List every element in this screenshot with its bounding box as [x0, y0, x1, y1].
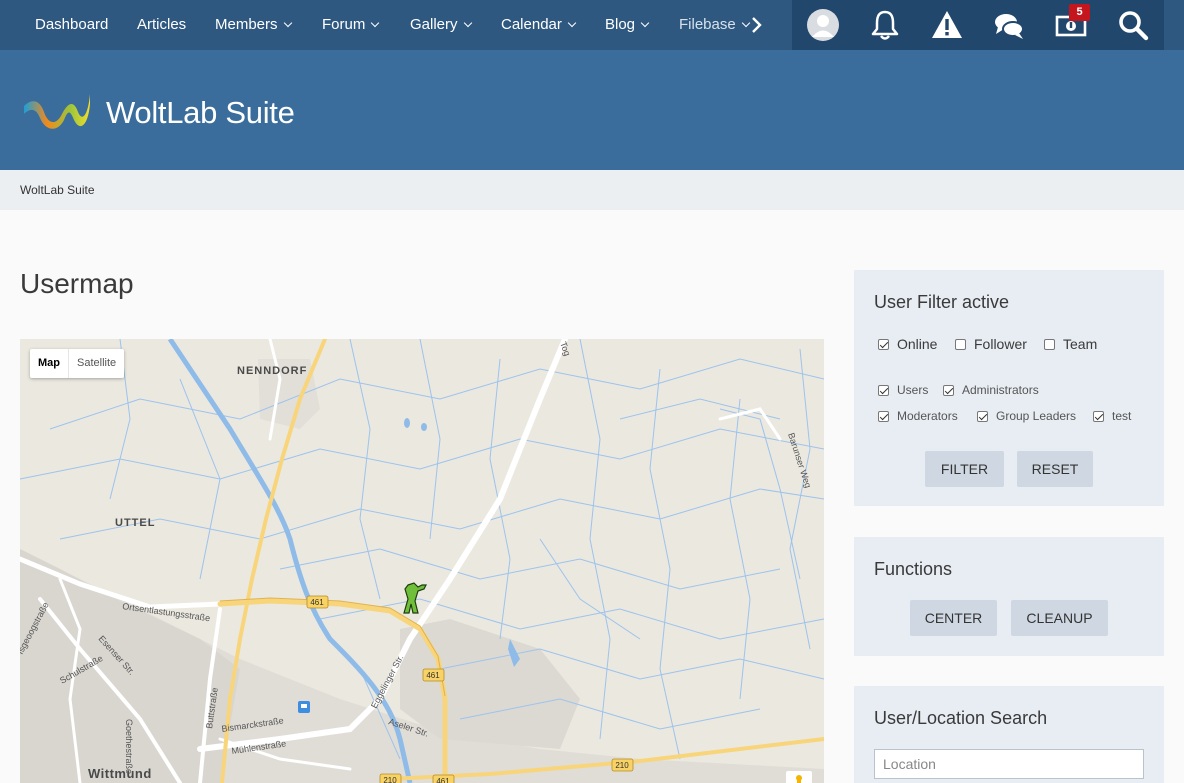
- user-panel: [792, 0, 1164, 50]
- checkbox-icon[interactable]: [878, 384, 889, 396]
- user-filter-box: User Filter active Online Follower Team …: [854, 270, 1164, 506]
- bell-icon[interactable]: [868, 8, 902, 42]
- user-marker-icon[interactable]: [403, 582, 427, 614]
- chevron-down-icon: [371, 18, 380, 28]
- place-label: Wittmund: [88, 766, 152, 781]
- place-label: UTTEL: [115, 517, 155, 529]
- main-menu: Dashboard Articles Members Forum Gallery…: [20, 0, 792, 50]
- user-filter-title: User Filter active: [874, 292, 1010, 312]
- checkbox-icon[interactable]: [1093, 410, 1104, 422]
- checkbox-group-leaders[interactable]: Group Leaders: [977, 409, 1076, 423]
- cleanup-button[interactable]: CLEANUP: [1011, 600, 1108, 636]
- road-number: 461: [426, 671, 440, 680]
- road-number: 461: [310, 598, 324, 607]
- avatar[interactable]: [806, 8, 840, 42]
- warning-icon[interactable]: [930, 8, 964, 42]
- checkbox-online[interactable]: Online: [878, 336, 937, 352]
- site-logo-text[interactable]: WoltLab Suite: [106, 95, 295, 131]
- functions-title: Functions: [874, 559, 953, 579]
- location-search-input[interactable]: [874, 749, 1144, 779]
- road-number: 210: [615, 761, 629, 770]
- chevron-down-icon: [741, 18, 750, 28]
- menu-item-calendar[interactable]: Calendar: [501, 16, 577, 33]
- menu-item-blog[interactable]: Blog: [605, 16, 650, 33]
- reset-button[interactable]: RESET: [1017, 451, 1093, 487]
- menu-item-gallery[interactable]: Gallery: [410, 16, 472, 33]
- functions-box: Functions CENTER CLEANUP: [854, 537, 1164, 656]
- street-view-pegman-icon[interactable]: [786, 771, 812, 783]
- filter-button[interactable]: FILTER: [925, 451, 1004, 487]
- checkbox-follower[interactable]: Follower: [955, 336, 1027, 352]
- notification-badge: 5: [1069, 4, 1090, 21]
- map-type-map-button[interactable]: Map: [30, 349, 68, 378]
- checkbox-group-moderators[interactable]: Moderators: [878, 409, 958, 423]
- checkbox-icon[interactable]: [878, 338, 889, 350]
- user-location-search-box: User/Location Search: [854, 686, 1164, 783]
- map-type-control: Map Satellite: [30, 349, 125, 378]
- search-title: User/Location Search: [874, 708, 1048, 728]
- checkbox-icon[interactable]: [878, 410, 889, 422]
- checkbox-icon[interactable]: [1044, 338, 1055, 350]
- chevron-down-icon: [640, 18, 650, 28]
- search-icon[interactable]: [1116, 8, 1150, 42]
- breadcrumb-item[interactable]: WoltLab Suite: [20, 183, 95, 197]
- usermap-map[interactable]: NENNDORF UTTEL Wittmund Ortsentlastungss…: [20, 339, 824, 783]
- site-header: WoltLab Suite: [0, 50, 1184, 170]
- breadcrumb: WoltLab Suite: [0, 170, 1184, 210]
- checkbox-icon[interactable]: [977, 410, 988, 422]
- menu-item-forum[interactable]: Forum: [322, 16, 380, 33]
- street-label: Goethestraße: [124, 719, 134, 774]
- checkbox-team[interactable]: Team: [1044, 336, 1097, 352]
- road-number: 210: [383, 776, 397, 783]
- map-type-satellite-button[interactable]: Satellite: [69, 349, 124, 378]
- checkbox-group-users[interactable]: Users: [878, 383, 928, 397]
- top-navigation: Dashboard Articles Members Forum Gallery…: [0, 0, 1184, 50]
- chevron-down-icon: [463, 18, 472, 28]
- woltlab-logo-icon[interactable]: [22, 90, 92, 132]
- chat-bubbles-icon[interactable]: [992, 8, 1026, 42]
- chevron-right-icon[interactable]: [751, 17, 763, 33]
- menu-item-articles[interactable]: Articles: [137, 16, 186, 33]
- menu-item-filebase[interactable]: Filebase: [679, 16, 750, 33]
- road-number: 461: [436, 777, 450, 783]
- map-canvas[interactable]: NENNDORF UTTEL Wittmund Ortsentlastungss…: [20, 339, 824, 783]
- center-button[interactable]: CENTER: [910, 600, 997, 636]
- page-title: Usermap: [20, 268, 134, 299]
- checkbox-group-test[interactable]: test: [1093, 409, 1131, 423]
- menu-item-members[interactable]: Members: [215, 16, 292, 33]
- checkbox-icon[interactable]: [955, 338, 966, 350]
- place-label: NENNDORF: [237, 365, 307, 377]
- chevron-down-icon: [567, 18, 577, 28]
- chevron-down-icon: [283, 18, 292, 28]
- checkbox-icon[interactable]: [943, 384, 954, 396]
- menu-item-dashboard[interactable]: Dashboard: [35, 16, 108, 33]
- checkbox-group-administrators[interactable]: Administrators: [943, 383, 1039, 397]
